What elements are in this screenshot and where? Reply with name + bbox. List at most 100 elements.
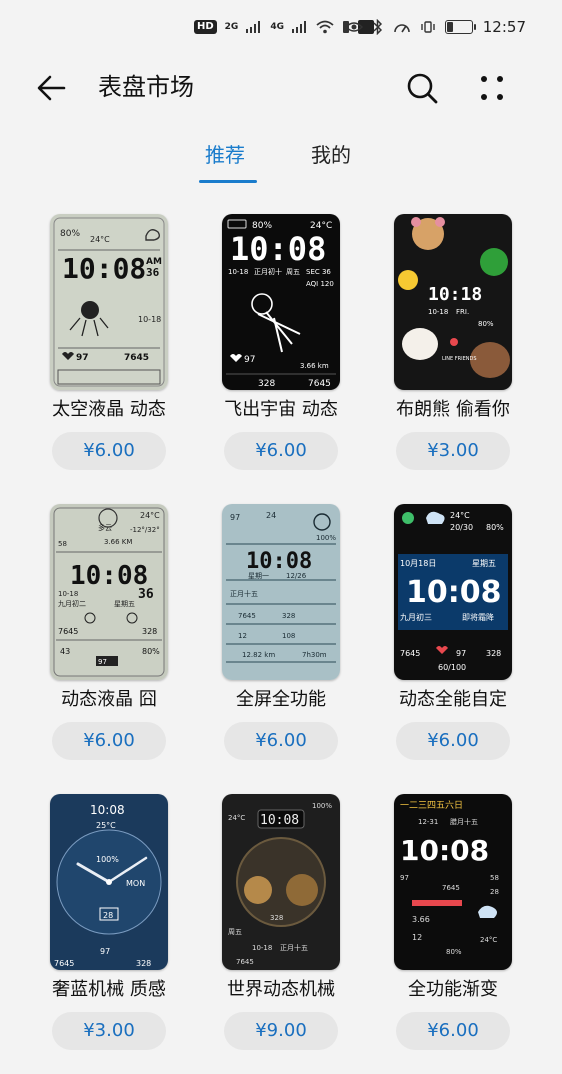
watch-face-card[interactable]: 一二三四五六日 12-31 腊月十五 10:08 97 7645 58 28 3… <box>360 794 532 1074</box>
heart-rate-text: 97 <box>230 513 240 522</box>
watch-face-preview[interactable]: 97 100% 24 10:08 星期一 12/26 正月十五 7645 328… <box>222 504 340 680</box>
watch-face-name: 世界动态机械 <box>227 979 335 1000</box>
wifi-icon <box>316 20 334 34</box>
temperature-text: 24°C <box>450 511 470 520</box>
watch-time-text: 10:08 <box>90 803 125 817</box>
watch-face-card[interactable]: 97 100% 24 10:08 星期一 12/26 正月十五 7645 328… <box>188 504 360 784</box>
clock-time: 12:57 <box>482 18 526 36</box>
heart-rate-text: 97 <box>100 947 110 956</box>
search-icon[interactable] <box>404 70 440 106</box>
watch-time-text: 10:08 <box>260 813 299 828</box>
battery-level-text: 80% <box>142 647 160 656</box>
price-button[interactable]: ¥6.00 <box>396 1012 510 1050</box>
lunar-text: 正月初十 <box>254 267 282 276</box>
more-dots-icon[interactable] <box>474 70 510 106</box>
watch-face-name: 飞出宇宙 动态 <box>224 399 338 420</box>
watch-face-card[interactable]: 10:18 10-18 FRI. 80% LINE FRIENDS 布朗熊 偷看… <box>360 214 532 494</box>
steps-text: 7645 <box>400 649 420 658</box>
battery-level-text: 80% <box>478 320 494 328</box>
price-button[interactable]: ¥3.00 <box>396 432 510 470</box>
watch-face-card[interactable]: 24°C 20/30 80% 10月18日 星期五 10:08 九月初三 即将霜… <box>360 504 532 784</box>
gear-icon <box>244 876 272 904</box>
brand-text: LINE FRIENDS <box>442 356 477 362</box>
network-4g-label: 4G <box>270 22 284 32</box>
watch-face-card[interactable]: 80% 24°C 10:08 AM 36 10-18 97 7645 太空液晶 … <box>16 214 188 494</box>
watch-face-name: 奢蓝机械 质感 <box>52 979 166 1000</box>
watch-face-preview[interactable]: 80% 24°C 10:08 AM 36 10-18 97 7645 <box>50 214 168 390</box>
price-button[interactable]: ¥3.00 <box>52 1012 166 1050</box>
stat-text-2: 28 <box>490 888 499 896</box>
seconds-text: 36 <box>146 266 160 279</box>
stat-text-2: 108 <box>282 632 295 640</box>
price-button[interactable]: ¥6.00 <box>52 722 166 760</box>
watch-face-preview[interactable]: 100% 24°C 10:08 328 周五 10-18 正月十五 7645 <box>222 794 340 970</box>
watch-face-preview[interactable]: 80% 24°C 10:08 10-18 正月初十 周五 SEC 36 AQI … <box>222 214 340 390</box>
price-button[interactable]: ¥6.00 <box>224 722 338 760</box>
lunar-text: 正月十五 <box>280 943 308 952</box>
lunar-text: 正月十五 <box>230 589 258 598</box>
battery-icon <box>444 20 476 34</box>
date-text: 10-18 <box>228 268 248 276</box>
steps-text: 7645 <box>236 958 254 966</box>
watch-face-card[interactable]: 80% 24°C 10:08 10-18 正月初十 周五 SEC 36 AQI … <box>188 214 360 494</box>
price-button[interactable]: ¥6.00 <box>224 432 338 470</box>
signal-icon-2 <box>291 21 306 33</box>
hd-badge: HD <box>194 20 217 34</box>
calories-text: 328 <box>142 627 157 636</box>
battery-level-text: 80% <box>486 523 504 532</box>
watch-face-card[interactable]: 10:08 25°C 100% MON 28 7645 97 328 奢蓝机械 … <box>16 794 188 1074</box>
weekday-text: 星期五 <box>472 559 496 568</box>
price-button[interactable]: ¥6.00 <box>52 432 166 470</box>
watch-time-text: 10:08 <box>400 834 489 867</box>
distance-text: 12.82 km <box>242 651 275 659</box>
battery-level-text: 80% <box>446 948 462 956</box>
bluetooth-icon <box>373 19 382 35</box>
watch-face-card[interactable]: 24°C 多云 -12°/32° 58 3.66 KM 10:08 10-18 … <box>16 504 188 784</box>
seconds-text: 36 <box>138 587 154 602</box>
watch-face-card[interactable]: 100% 24°C 10:08 328 周五 10-18 正月十五 7645 世… <box>188 794 360 1074</box>
battery-level-text: 100% <box>316 534 336 542</box>
weekday-text: 星期一 <box>248 572 269 580</box>
calories-text: 328 <box>486 649 501 658</box>
distance-text: 3.66 KM <box>104 538 132 546</box>
watch-face-preview[interactable]: 一二三四五六日 12-31 腊月十五 10:08 97 7645 58 28 3… <box>394 794 512 970</box>
rabbit-icon <box>402 328 438 360</box>
tab-mine[interactable]: 我的 <box>311 138 351 172</box>
lunar-text: 九月初二 <box>58 599 86 608</box>
watch-face-name: 太空液晶 动态 <box>52 399 166 420</box>
weekday-text: 星期五 <box>114 600 135 608</box>
temp-range-text: -12°/32° <box>130 526 160 534</box>
heart-rate-text: 97 <box>244 355 255 365</box>
watch-face-preview[interactable]: 10:18 10-18 FRI. 80% LINE FRIENDS <box>394 214 512 390</box>
price-button[interactable]: ¥9.00 <box>224 1012 338 1050</box>
calories-text: 328 <box>136 959 151 968</box>
tab-recommended[interactable]: 推荐 <box>205 138 245 172</box>
leaf-icon <box>402 512 414 524</box>
day-text: 28 <box>103 911 113 920</box>
progress-text: 60/100 <box>438 663 466 672</box>
lunar-text: 腊月十五 <box>450 817 478 826</box>
tab-active-indicator <box>199 180 257 183</box>
temp-range-text: 20/30 <box>450 523 473 532</box>
weekday-text: MON <box>126 879 145 888</box>
steps-text: 7645 <box>308 379 331 389</box>
back-arrow-icon[interactable] <box>34 70 70 106</box>
stat-text: 12 <box>238 632 247 640</box>
eye-icon <box>344 22 363 32</box>
humidity-text: 58 <box>58 540 67 548</box>
distance-text: 3.66 km <box>300 362 329 370</box>
steps-text: 7645 <box>124 353 149 363</box>
price-button[interactable]: ¥6.00 <box>396 722 510 760</box>
week-strip-text: 一二三四五六日 <box>400 799 463 811</box>
watch-face-preview[interactable]: 10:08 25°C 100% MON 28 7645 97 328 <box>50 794 168 970</box>
date-text: 12-31 <box>418 818 438 826</box>
stat-text: 43 <box>60 647 70 656</box>
weekday-text: FRI. <box>456 308 469 316</box>
watch-face-preview[interactable]: 24°C 多云 -12°/32° 58 3.66 KM 10:08 10-18 … <box>50 504 168 680</box>
heart-rate-text: 97 <box>98 658 107 666</box>
watch-face-preview[interactable]: 24°C 20/30 80% 10月18日 星期五 10:08 九月初三 即将霜… <box>394 504 512 680</box>
heart-rate-text: 97 <box>76 353 89 363</box>
steps-text: 7645 <box>58 627 78 636</box>
watch-time-text: 10:18 <box>428 284 482 305</box>
steps-text: 7645 <box>442 884 460 892</box>
